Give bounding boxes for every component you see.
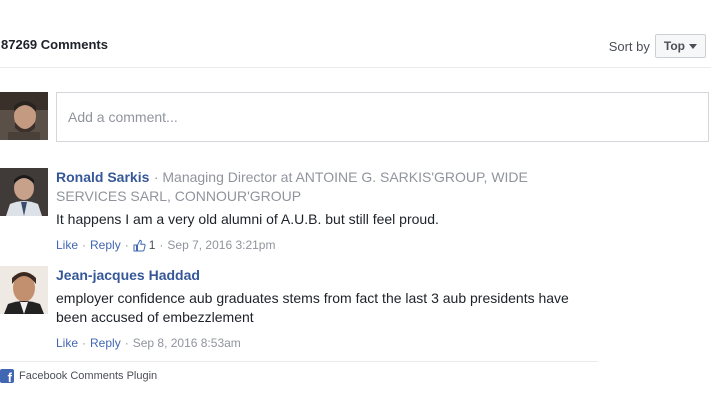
separator-dot: · (82, 336, 87, 350)
sort-control: Sort by Top (609, 34, 706, 58)
comment-actions: Like · Reply · 1 · Sep 7, 2016 3:21pm (56, 238, 596, 252)
like-link[interactable]: Like (56, 336, 78, 350)
comment-text: It happens I am a very old alumni of A.U… (56, 211, 439, 227)
comment-input[interactable]: Add a comment... (56, 92, 709, 142)
comment-author[interactable]: Jean-jacques Haddad (56, 267, 200, 283)
like-link[interactable]: Like (56, 238, 78, 252)
comment-timestamp[interactable]: Sep 7, 2016 3:21pm (167, 238, 275, 252)
user-avatar (0, 92, 48, 140)
thumbs-up-icon[interactable] (133, 239, 146, 252)
separator-dot: · (159, 238, 164, 252)
comment-count: 87269 Comments (1, 37, 108, 52)
comment-timestamp[interactable]: Sep 8, 2016 8:53am (133, 336, 241, 350)
sort-dropdown[interactable]: Top (654, 34, 706, 58)
sort-value: Top (663, 39, 685, 53)
facebook-icon[interactable]: f (0, 369, 14, 383)
comment-body: Jean-jacques Haddad employer confidence … (56, 266, 596, 350)
comment-item: Jean-jacques Haddad employer confidence … (0, 266, 600, 352)
sort-label: Sort by (608, 38, 650, 54)
comment-input-placeholder: Add a comment... (68, 109, 178, 125)
plugin-link[interactable]: Facebook Comments Plugin (19, 370, 157, 382)
reply-link[interactable]: Reply (90, 336, 121, 350)
comment-header: Jean-jacques Haddad (56, 266, 596, 285)
comment-item: Ronald Sarkis · Managing Director at ANT… (0, 168, 600, 254)
separator-dot: · (124, 336, 129, 350)
comment-header: Ronald Sarkis · Managing Director at ANT… (56, 168, 596, 206)
comments-header: 87269 Comments Sort by Top (0, 0, 711, 68)
chevron-down-icon (689, 43, 697, 49)
plugin-footer: f Facebook Comments Plugin (0, 369, 157, 383)
avatar[interactable] (0, 168, 48, 216)
comment-author[interactable]: Ronald Sarkis (56, 169, 149, 185)
separator-dot: · (124, 238, 129, 252)
comment-text: employer confidence aub graduates stems … (56, 290, 569, 325)
like-count[interactable]: 1 (149, 238, 156, 252)
reply-link[interactable]: Reply (90, 238, 121, 252)
footer-divider (0, 361, 598, 362)
comment-actions: Like · Reply · Sep 8, 2016 8:53am (56, 336, 596, 350)
separator-dot: · (82, 238, 87, 252)
avatar[interactable] (0, 266, 48, 314)
comment-body: Ronald Sarkis · Managing Director at ANT… (56, 168, 596, 252)
